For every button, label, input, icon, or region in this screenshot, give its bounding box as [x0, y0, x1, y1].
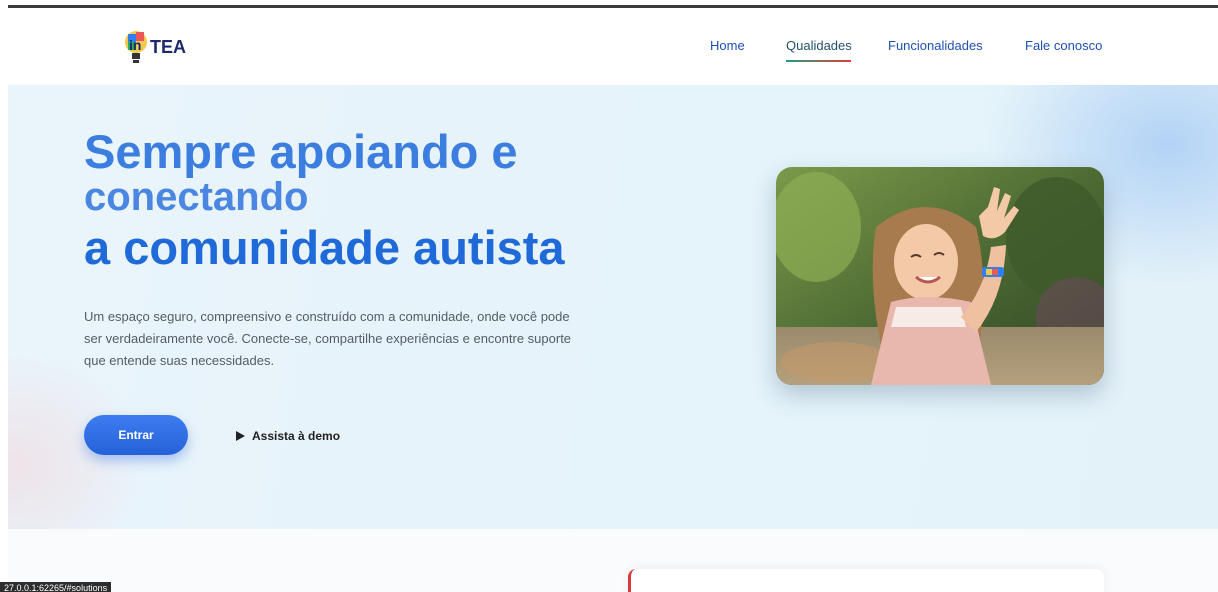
hero-photo [776, 167, 1104, 385]
watch-demo-label: Assista à demo [252, 429, 341, 443]
entrar-button[interactable]: Entrar [84, 415, 188, 455]
hero-title-line1: Sempre apoiando e [84, 125, 518, 178]
hero-title: Sempre apoiando e conectando a comunidad… [84, 125, 565, 275]
solutions-section [8, 529, 1218, 592]
status-bar-url: 27.0.0.1:62265/#solutions [0, 582, 112, 592]
play-icon [236, 431, 245, 441]
feature-card [628, 569, 1104, 592]
watch-demo-button[interactable]: Assista à demo [236, 429, 340, 443]
hero-description: Um espaço seguro, compreensivo e constru… [84, 309, 572, 368]
hero-section: Sempre apoiando e conectando a comunidad… [8, 85, 1218, 529]
nav-qualidades[interactable]: Qualidades [786, 38, 852, 53]
photo-girl-waving-icon [776, 167, 1104, 385]
hero-title-line2: conectando [84, 175, 309, 219]
nav-home[interactable]: Home [710, 38, 745, 53]
main-nav: Home Qualidades Funcionalidades Fale con… [8, 38, 1218, 62]
nav-active-indicator [786, 60, 851, 62]
nav-funcionalidades[interactable]: Funcionalidades [888, 38, 983, 53]
navbar: in TEA Home Qualidades Funcionalidades F… [8, 8, 1218, 85]
hero-title-line3: a comunidade autista [84, 221, 565, 274]
nav-fale-conosco[interactable]: Fale conosco [1025, 38, 1102, 53]
window-top-border [0, 0, 1218, 8]
